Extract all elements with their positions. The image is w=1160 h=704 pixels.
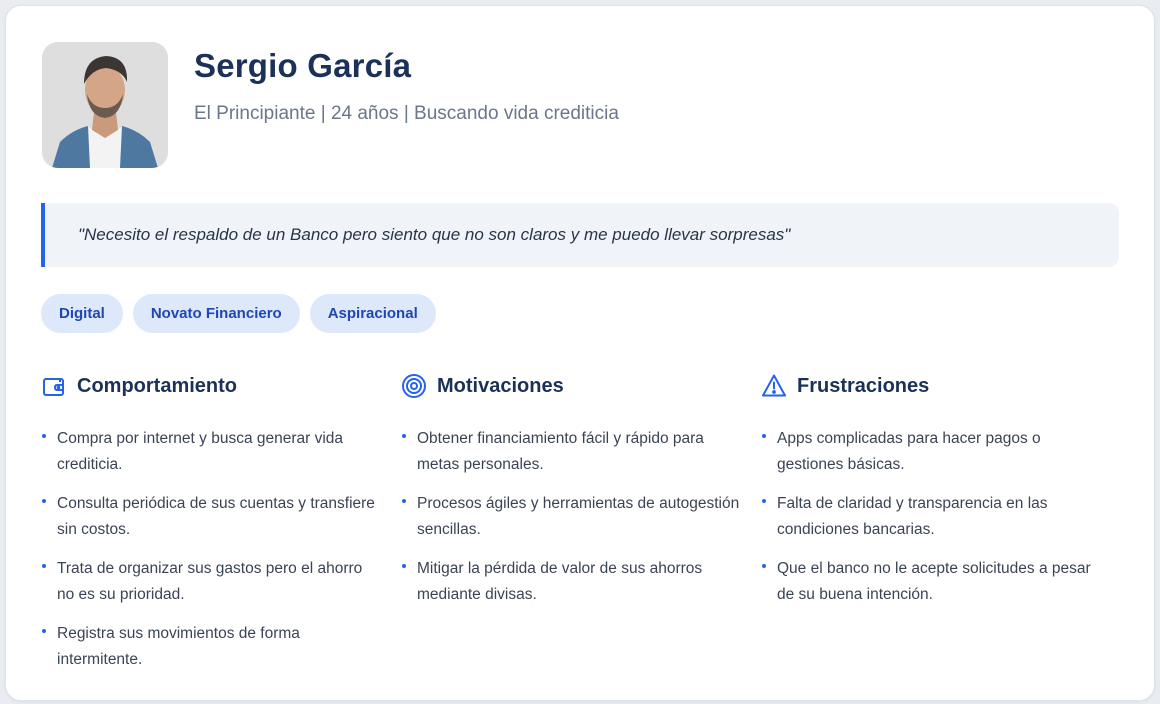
target-icon — [401, 373, 427, 399]
tag-list: Digital Novato Financiero Aspiracional — [41, 294, 436, 333]
frustrations-title: Frustraciones — [797, 374, 930, 397]
persona-quote: "Necesito el respaldo de un Banco pero s… — [41, 203, 1119, 267]
frustrations-section: Frustraciones Apps complicadas para hace… — [761, 372, 1121, 686]
list-item: Mitigar la pérdida de valor de sus ahorr… — [401, 556, 741, 608]
wallet-icon — [41, 373, 67, 399]
persona-name: Sergio García — [194, 47, 412, 84]
motivations-section: Motivaciones Obtener financiamiento fáci… — [401, 372, 761, 686]
list-item: Registra sus movimientos de forma interm… — [41, 621, 381, 673]
list-item: Falta de claridad y transparencia en las… — [761, 491, 1101, 543]
persona-card: Sergio García El Principiante | 24 años … — [5, 5, 1155, 701]
list-item: Que el banco no le acepte solicitudes a … — [761, 556, 1101, 608]
list-item: Consulta periódica de sus cuentas y tran… — [41, 491, 381, 543]
behavior-section: Comportamiento Compra por internet y bus… — [41, 372, 401, 686]
tag-novato-financiero: Novato Financiero — [132, 294, 300, 333]
motivations-header: Motivaciones — [401, 372, 761, 400]
motivations-list: Obtener financiamiento fácil y rápido pa… — [401, 426, 761, 608]
persona-sections: Comportamiento Compra por internet y bus… — [41, 372, 1121, 686]
list-item: Compra por internet y busca generar vida… — [41, 426, 381, 478]
avatar — [42, 42, 168, 168]
behavior-header: Comportamiento — [41, 372, 401, 400]
list-item: Procesos ágiles y herramientas de autoge… — [401, 491, 741, 543]
list-item: Trata de organizar sus gastos pero el ah… — [41, 556, 381, 608]
frustrations-list: Apps complicadas para hacer pagos o gest… — [761, 426, 1121, 608]
persona-subtitle: El Principiante | 24 años | Buscando vid… — [194, 103, 619, 124]
list-item: Apps complicadas para hacer pagos o gest… — [761, 426, 1101, 478]
motivations-title: Motivaciones — [437, 374, 564, 397]
warning-icon — [761, 373, 787, 399]
behavior-list: Compra por internet y busca generar vida… — [41, 426, 401, 673]
persona-header: Sergio García El Principiante | 24 años … — [42, 42, 619, 168]
persona-titles: Sergio García El Principiante | 24 años … — [194, 42, 619, 168]
tag-aspiracional: Aspiracional — [309, 294, 436, 333]
list-item: Obtener financiamiento fácil y rápido pa… — [401, 426, 741, 478]
frustrations-header: Frustraciones — [761, 372, 1121, 400]
quote-text: "Necesito el respaldo de un Banco pero s… — [78, 225, 791, 244]
behavior-title: Comportamiento — [77, 374, 237, 397]
tag-digital: Digital — [41, 294, 123, 333]
